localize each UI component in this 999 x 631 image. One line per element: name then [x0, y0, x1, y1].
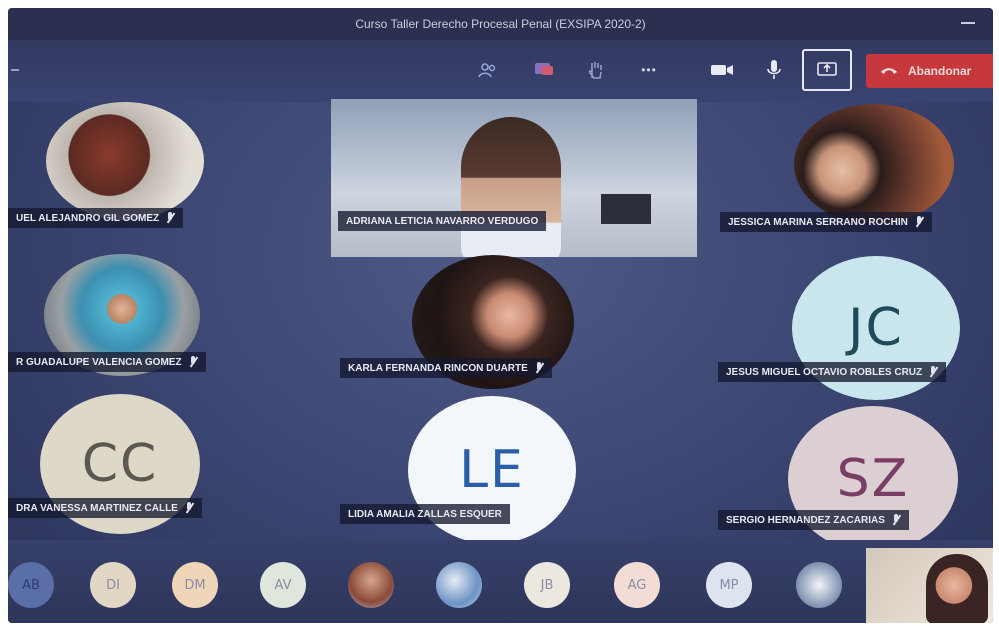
participant-initials: SZ [836, 449, 910, 509]
leave-button[interactable]: Abandonar [866, 54, 993, 88]
roster-avatar[interactable]: MP [706, 562, 752, 608]
mic-off-icon [188, 356, 198, 368]
participant-name: ADRIANA LETICIA NAVARRO VERDUGO [346, 215, 539, 227]
participant-name-tag: LIDIA AMALIA ZALLAS ESQUER [340, 504, 510, 524]
mic-off-icon [165, 212, 175, 224]
minimize-button[interactable] [961, 22, 975, 24]
participant-name: KARLA FERNANDA RINCON DUARTE [348, 362, 528, 374]
participant-name-tag: DRA VANESSA MARTINEZ CALLE [8, 498, 202, 518]
more-actions-button[interactable]: ••• [632, 58, 666, 82]
chat-button[interactable] [530, 58, 558, 82]
participant-name-tag: SERGIO HERNANDEZ ZACARIAS [718, 510, 909, 530]
participant-initials: CC [81, 434, 159, 494]
participant-name-tag: ADRIANA LETICIA NAVARRO VERDUGO [338, 211, 547, 231]
roster-avatar[interactable]: AG [614, 562, 660, 608]
hang-up-icon [881, 68, 897, 74]
roster-avatar[interactable]: DM [172, 562, 218, 608]
participant-name: LIDIA AMALIA ZALLAS ESQUER [348, 508, 502, 520]
participant-name: JESUS MIGUEL OCTAVIO ROBLES CRUZ [726, 366, 923, 378]
meeting-toolbar: ••• Abandonar [8, 40, 993, 102]
leave-label: Abandonar [908, 64, 972, 78]
mic-off-icon [184, 502, 194, 514]
self-view-figure [926, 554, 988, 623]
participant-name: R GUADALUPE VALENCIA GOMEZ [16, 356, 182, 368]
hand-icon [588, 62, 602, 79]
chat-icon [535, 63, 553, 75]
mic-off-icon [891, 514, 901, 526]
roster-avatar[interactable]: AV [260, 562, 306, 608]
participant-roster-bar: AB DI DM AV JB AG MP [8, 540, 993, 623]
participant-name-tag: JESSICA MARINA SERRANO ROCHIN [720, 212, 932, 232]
microphone-button[interactable] [760, 58, 788, 82]
share-screen-icon [817, 62, 837, 76]
roster-avatar[interactable]: DI [90, 562, 136, 608]
title-bar: Curso Taller Derecho Procesal Penal (EXS… [8, 8, 993, 40]
window-title: Curso Taller Derecho Procesal Penal (EXS… [355, 17, 646, 31]
participant-name: SERGIO HERNANDEZ ZACARIAS [726, 514, 885, 526]
mic-off-icon [928, 366, 938, 378]
roster-avatar-photo[interactable] [348, 562, 394, 608]
roster-avatar[interactable]: AB [8, 562, 54, 608]
roster-avatar[interactable]: JB [524, 562, 570, 608]
active-speaker-video[interactable] [331, 99, 697, 257]
reactions-button[interactable] [582, 58, 610, 82]
participants-button[interactable] [474, 58, 502, 82]
participant-name-tag: JESUS MIGUEL OCTAVIO ROBLES CRUZ [718, 362, 947, 382]
participant-initials-avatar: SZ [788, 406, 958, 552]
participant-name-tag: R GUADALUPE VALENCIA GOMEZ [8, 352, 206, 372]
teams-meeting-window: Curso Taller Derecho Procesal Penal (EXS… [8, 8, 993, 623]
roster-avatar-photo[interactable] [796, 562, 842, 608]
share-screen-button[interactable] [802, 49, 852, 91]
camera-icon [711, 65, 733, 75]
participant-name-tag: KARLA FERNANDA RINCON DUARTE [340, 358, 552, 378]
people-icon [478, 63, 496, 78]
expand-icon[interactable] [8, 58, 22, 82]
background-object [601, 194, 651, 224]
participant-name-tag: UEL ALEJANDRO GIL GOMEZ [8, 208, 184, 228]
participant-initials: JC [848, 298, 904, 358]
self-view-video[interactable] [866, 548, 993, 623]
participant-name: JESSICA MARINA SERRANO ROCHIN [728, 216, 908, 228]
speaker-figure [461, 117, 561, 257]
mic-off-icon [534, 362, 544, 374]
participant-photo [46, 102, 204, 220]
roster-avatar-photo[interactable] [436, 562, 482, 608]
camera-button[interactable] [708, 58, 736, 82]
more-icon: ••• [641, 63, 657, 77]
participant-photo [794, 104, 954, 224]
microphone-icon [767, 60, 781, 79]
participant-name: DRA VANESSA MARTINEZ CALLE [16, 502, 178, 514]
participant-name: UEL ALEJANDRO GIL GOMEZ [16, 212, 160, 224]
participant-initials: LE [459, 440, 525, 500]
mic-off-icon [914, 216, 924, 228]
